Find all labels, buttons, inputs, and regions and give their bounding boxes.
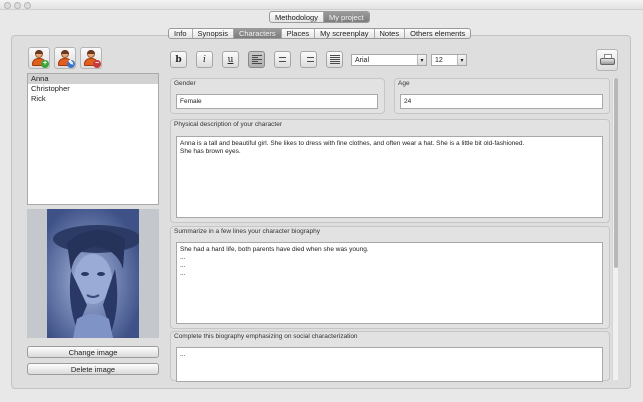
window-titlebar [0,0,643,10]
age-label: Age [398,80,410,87]
list-item[interactable]: Rick [28,94,158,104]
underline-button[interactable]: u [222,51,239,68]
social-characterization-group: Complete this biography emphasizing on s… [170,331,610,382]
edit-character-button[interactable]: ✎ [54,47,76,69]
align-right-button[interactable] [300,51,317,68]
delete-character-button[interactable]: − [80,47,102,69]
printer-icon [599,54,615,66]
font-size-value: 12 [435,56,443,64]
physical-description-line: She has brown eyes. [180,148,241,155]
section-tabs: Info Synopsis Characters Places My scree… [168,28,472,39]
tab-characters[interactable]: Characters [233,29,282,38]
delete-character-icon: − [84,50,101,68]
biography-line: ... [180,254,186,261]
tab-others-elements[interactable]: Others elements [405,29,470,38]
biography-group: Summarize in a few lines your character … [170,226,610,329]
list-item[interactable]: Anna [28,74,158,84]
physical-description-label: Physical description of your character [174,121,283,128]
delete-image-button[interactable]: Delete image [27,363,159,375]
age-field[interactable]: 24 [400,94,603,109]
list-item[interactable]: Christopher [28,84,158,94]
physical-description-line: Anna is a tall and beautiful girl. She l… [180,140,525,147]
italic-glyph: i [203,54,206,65]
tab-notes[interactable]: Notes [375,29,406,38]
tab-synopsis[interactable]: Synopsis [193,29,234,38]
social-characterization-field[interactable]: ... [176,347,603,382]
underline-glyph: u [227,54,234,65]
biography-line: She had a hard life, both parents have d… [180,246,369,253]
character-portrait-image [47,209,139,338]
edit-character-icon: ✎ [58,50,75,68]
age-group: Age 24 [394,78,610,114]
add-character-icon: + [32,50,49,68]
form-scrollbar[interactable] [612,78,618,380]
biography-field[interactable]: She had a hard life, both parents have d… [176,242,603,324]
social-characterization-line: ... [180,351,186,358]
align-right-icon [304,55,314,64]
tab-my-project[interactable]: My project [323,12,369,22]
chevron-down-icon: ▾ [417,55,426,65]
print-button[interactable] [596,49,618,71]
biography-label: Summarize in a few lines your character … [174,228,320,235]
add-character-button[interactable]: + [28,47,50,69]
physical-description-field[interactable]: Anna is a tall and beautiful girl. She l… [176,136,603,218]
bold-glyph: b [175,54,182,65]
mode-switch: Methodology My project [269,11,370,23]
gender-field[interactable]: Female [176,94,378,109]
italic-button[interactable]: i [196,51,213,68]
tab-info[interactable]: Info [169,29,193,38]
tab-places[interactable]: Places [282,29,316,38]
character-photo [27,209,159,338]
font-size-select[interactable]: 12 ▾ [431,54,467,66]
biography-line: ... [180,270,186,277]
align-justify-icon [329,55,340,64]
font-family-select[interactable]: Arial ▾ [351,54,427,66]
zoom-window-button[interactable] [24,2,31,9]
align-center-button[interactable] [274,51,291,68]
bold-button[interactable]: b [170,51,187,68]
close-window-button[interactable] [4,2,11,9]
gender-group: Gender Female [170,78,385,114]
social-characterization-label: Complete this biography emphasizing on s… [174,333,358,340]
align-center-icon [278,55,288,64]
tab-my-screenplay[interactable]: My screenplay [315,29,375,38]
biography-line: ... [180,262,186,269]
change-image-button[interactable]: Change image [27,346,159,358]
font-family-value: Arial [355,56,370,64]
align-left-icon [251,55,262,64]
character-list[interactable]: Anna Christopher Rick [27,73,159,205]
scrollbar-thumb[interactable] [614,78,618,268]
tab-methodology[interactable]: Methodology [270,12,324,22]
chevron-down-icon: ▾ [457,55,466,65]
gender-label: Gender [174,80,196,87]
physical-description-group: Physical description of your character A… [170,119,610,223]
minimize-window-button[interactable] [14,2,21,9]
align-justify-button[interactable] [326,51,343,68]
align-left-button[interactable] [248,51,265,68]
